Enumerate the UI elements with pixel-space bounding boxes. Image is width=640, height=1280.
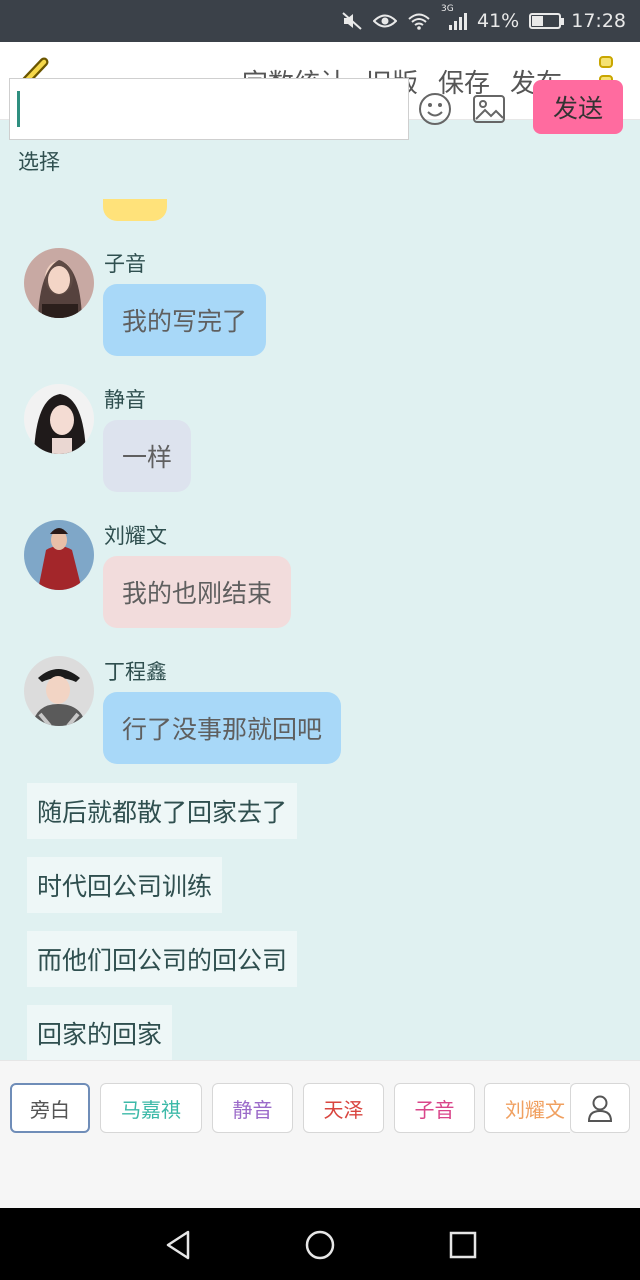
battery-percent: 41% [477,10,520,32]
send-button[interactable]: 发送 [533,80,623,134]
message-bubble[interactable]: 我的写完了 [103,284,267,356]
navigation-bar [0,1208,640,1280]
sender-name: 丁程鑫 [104,660,167,684]
status-bar: 3G 41% 17:28 [0,0,640,42]
nav-back-icon[interactable] [162,1228,196,1262]
emoji-icon[interactable] [418,92,452,126]
narration-line[interactable]: 时代回公司训练 [27,857,223,913]
role-button[interactable]: 马嘉祺 [100,1083,202,1133]
narration-line[interactable]: 回家的回家 [27,1005,173,1061]
role-selector: 旁白 马嘉祺 静音 天泽 子音 刘耀文 [10,1083,570,1135]
sender-name: 刘耀文 [104,524,167,548]
avatar[interactable] [24,248,94,318]
composer-panel: 旁白 马嘉祺 静音 天泽 子音 刘耀文 [0,1060,640,1208]
select-label[interactable]: 选择 [18,146,60,176]
text-caret [17,91,20,127]
role-button[interactable]: 静音 [212,1083,293,1133]
image-icon[interactable] [472,94,506,124]
nav-home-icon[interactable] [303,1228,337,1262]
role-button[interactable]: 旁白 [10,1083,90,1133]
narration-line[interactable]: 随后就都散了回家去了 [27,783,298,839]
network-type: 3G [441,4,454,14]
signal-icon: 3G [441,4,467,30]
clock: 17:28 [571,10,626,32]
nav-recents-icon[interactable] [446,1228,480,1262]
sender-name: 静音 [104,388,146,412]
role-button[interactable]: 子音 [394,1083,475,1133]
wifi-icon [407,12,431,30]
avatar[interactable] [24,520,94,590]
partial-message-bubble [103,199,167,221]
message-input[interactable] [9,78,409,140]
message-bubble[interactable]: 一样 [103,420,192,492]
message-bubble[interactable]: 我的也刚结束 [103,556,292,628]
person-icon[interactable] [570,1083,630,1133]
role-button[interactable]: 刘耀文 [484,1083,570,1133]
sender-name: 子音 [104,252,146,276]
avatar[interactable] [24,656,94,726]
role-button[interactable]: 天泽 [303,1083,384,1133]
battery-icon [529,13,565,29]
mute-icon [341,11,363,31]
eye-icon [373,13,397,29]
narration-line[interactable]: 而他们回公司的回公司 [27,931,298,987]
avatar[interactable] [24,384,94,454]
message-bubble[interactable]: 行了没事那就回吧 [103,692,342,764]
